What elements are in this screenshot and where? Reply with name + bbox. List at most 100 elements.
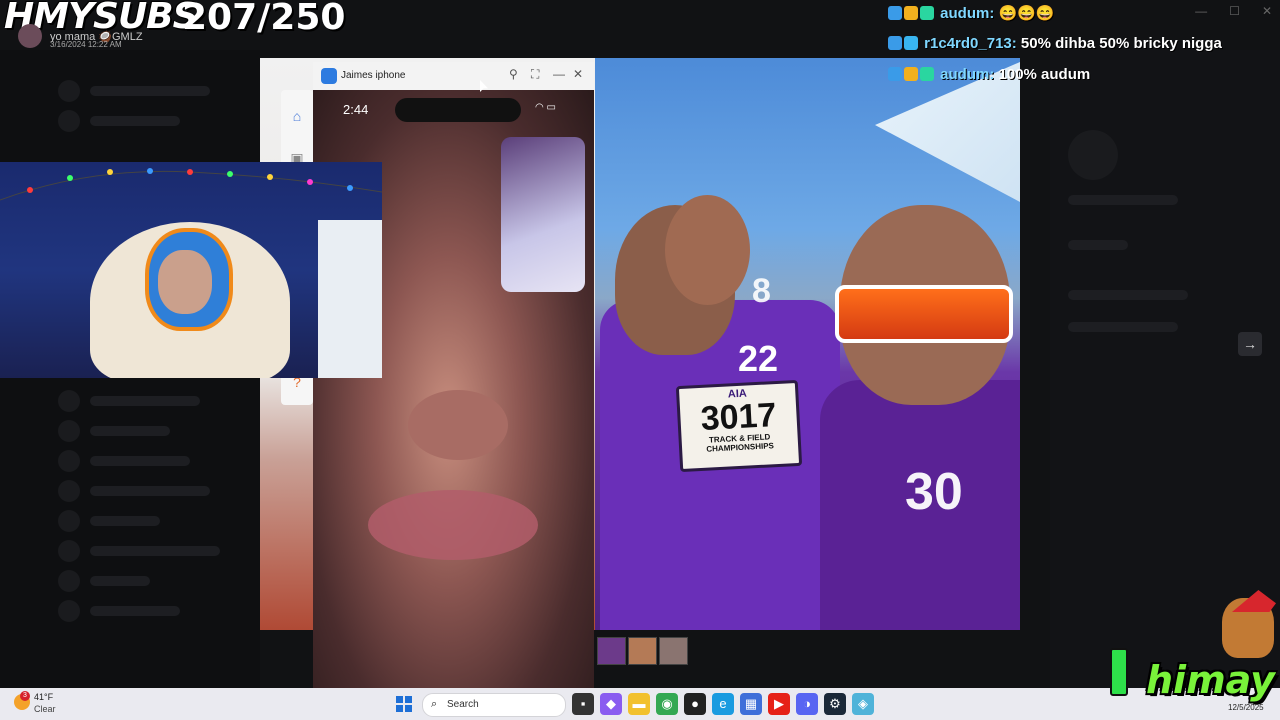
ghost-avatar xyxy=(58,540,80,562)
phone-window-title: Jaimes iphone xyxy=(341,70,406,81)
search-icon: ⌕ xyxy=(431,698,438,710)
thumbnail-strip xyxy=(597,637,688,665)
wifi-icon: ◠ xyxy=(535,102,544,113)
ghost-avatar xyxy=(58,450,80,472)
string-lights xyxy=(0,168,382,201)
phone-titlebar[interactable]: Jaimes iphone ⚲ ⛶ — ✕ xyxy=(313,62,594,90)
ghost-row xyxy=(90,426,170,436)
ghost-row xyxy=(90,456,190,466)
weather-temp[interactable]: 41°F xyxy=(34,692,53,702)
jersey-number: 30 xyxy=(905,463,963,521)
badge-icon xyxy=(920,67,934,81)
thumbnail[interactable] xyxy=(597,637,626,665)
thumbnail[interactable] xyxy=(659,637,688,665)
face-closeup xyxy=(408,390,508,460)
facetime-pip[interactable] xyxy=(501,137,585,292)
ghost-row xyxy=(1068,322,1178,332)
ghost-row xyxy=(90,116,180,126)
close-icon[interactable]: ✕ xyxy=(1262,4,1272,18)
youtube-icon[interactable]: ▶ xyxy=(768,693,790,715)
app-icon[interactable]: ◈ xyxy=(852,693,874,715)
status-icons: ◠ ▭ xyxy=(535,102,556,113)
thumbnail[interactable] xyxy=(628,637,657,665)
discord-icon[interactable]: ◑ xyxy=(796,693,818,715)
background-profile-panel xyxy=(1050,50,1280,688)
close-icon[interactable]: ✕ xyxy=(573,67,583,81)
weather-condition[interactable]: Clear xyxy=(34,704,56,714)
dm-date: 3/16/2024 12:22 AM xyxy=(50,40,122,49)
badge-icon xyxy=(904,6,918,20)
chat-message: r1c4rd0_713: 50% dihba 50% bricky nigga xyxy=(888,35,1222,52)
himay-logo: himay xyxy=(1146,658,1275,702)
maximize-icon[interactable]: ⛶ xyxy=(531,67,539,82)
streamer-face xyxy=(158,250,212,314)
home-icon[interactable]: ⌂ xyxy=(289,108,305,124)
chat-username: r1c4rd0_713: xyxy=(924,35,1017,52)
ghost-row xyxy=(90,576,150,586)
chat-message: audum: 100% audum xyxy=(888,66,1090,83)
maximize-icon[interactable]: ☐ xyxy=(1229,4,1240,18)
ghost-avatar xyxy=(1068,130,1118,180)
status-time: 2:44 xyxy=(343,102,369,117)
ghost-avatar xyxy=(58,510,80,532)
taskbar-search[interactable]: ⌕ Search xyxy=(422,693,566,717)
chat-text: 50% dihba 50% bricky nigga xyxy=(1020,35,1222,52)
badge-icon xyxy=(888,6,902,20)
subs-goal-count: 207/250 xyxy=(182,0,346,38)
ghost-avatar xyxy=(58,110,80,132)
minimize-icon[interactable]: — xyxy=(1195,4,1207,18)
sunglasses xyxy=(835,285,1013,343)
chrome-icon[interactable]: ◉ xyxy=(656,693,678,715)
edge-icon[interactable]: e xyxy=(712,693,734,715)
pin-icon[interactable]: ⚲ xyxy=(509,67,518,81)
phone-link-icon xyxy=(321,68,337,84)
store-icon[interactable]: ▦ xyxy=(740,693,762,715)
ghost-avatar xyxy=(58,600,80,622)
person-face xyxy=(665,195,750,305)
ghost-row xyxy=(1068,290,1188,300)
files-icon[interactable]: ▬ xyxy=(628,693,650,715)
ghost-avatar xyxy=(58,480,80,502)
webcam-feed xyxy=(0,162,382,378)
chat-username: audum: xyxy=(940,5,995,22)
jersey-number: 8 xyxy=(752,272,771,310)
chat-message: audum: 😄😄😄 xyxy=(888,4,1055,22)
ghost-row xyxy=(1068,195,1178,205)
face-closeup xyxy=(368,490,538,560)
steam-icon[interactable]: ⚙ xyxy=(824,693,846,715)
dynamic-island xyxy=(395,98,521,122)
explorer-icon[interactable]: ▪ xyxy=(572,693,594,715)
avatar xyxy=(18,24,42,48)
pc-case xyxy=(318,220,382,378)
ghost-row xyxy=(90,396,200,406)
ghost-avatar xyxy=(58,420,80,442)
ghost-row xyxy=(1068,240,1128,250)
jersey-number: 22 xyxy=(738,338,779,379)
ghost-row xyxy=(90,86,210,96)
windows-start-icon[interactable] xyxy=(396,696,412,712)
green-bar-graphic xyxy=(1110,648,1128,696)
badge-icon xyxy=(904,36,918,50)
taskbar-date[interactable]: 12/5/2025 xyxy=(1228,703,1264,712)
ghost-row xyxy=(90,516,160,526)
chat-text: 100% audum xyxy=(998,66,1091,83)
chat-text: 😄😄😄 xyxy=(998,5,1055,22)
obs-icon[interactable]: ● xyxy=(684,693,706,715)
ghost-row xyxy=(90,606,180,616)
badge-icon xyxy=(904,67,918,81)
ghost-avatar xyxy=(58,80,80,102)
copilot-icon[interactable]: ◆ xyxy=(600,693,622,715)
badge-icon xyxy=(888,36,902,50)
notification-badge: 3 xyxy=(20,691,30,701)
ghost-avatar xyxy=(58,390,80,412)
chat-username: audum: xyxy=(940,66,995,83)
race-bib: AIA 3017 TRACK & FIELD CHAMPIONSHIPS xyxy=(675,379,803,473)
window-controls: — ☐ ✕ xyxy=(1195,4,1272,18)
next-arrow-icon[interactable]: → xyxy=(1238,332,1262,356)
badge-icon xyxy=(888,67,902,81)
battery-icon: ▭ xyxy=(546,102,556,113)
ghost-row xyxy=(90,546,220,556)
ghost-avatar xyxy=(58,570,80,592)
search-label: Search xyxy=(447,699,479,710)
minimize-icon[interactable]: — xyxy=(553,67,565,81)
